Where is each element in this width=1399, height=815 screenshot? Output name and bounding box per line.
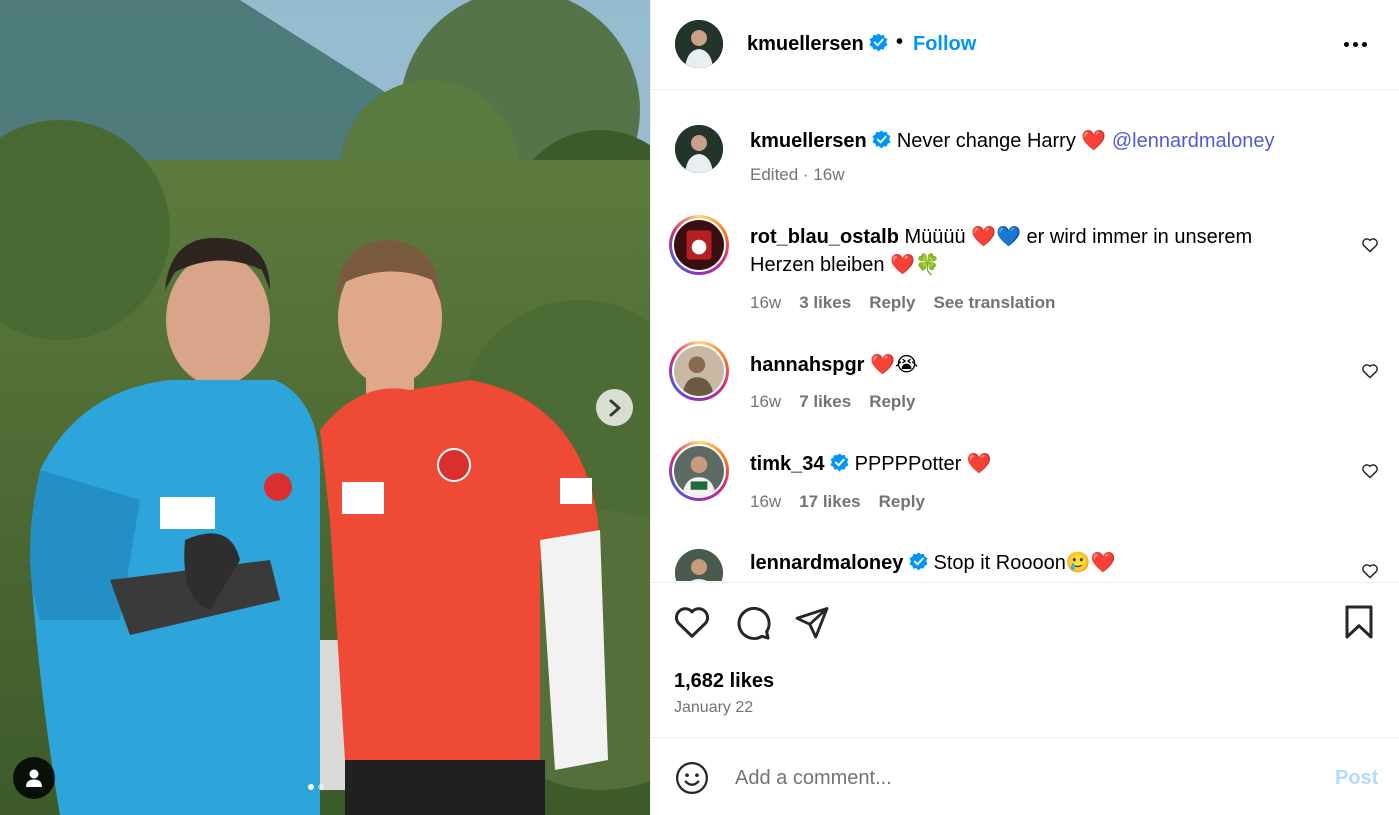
like-comment-icon[interactable] xyxy=(1361,237,1379,253)
comment-composer: Post xyxy=(651,739,1399,815)
comment-username[interactable]: hannahspgr xyxy=(750,354,864,376)
see-translation-link[interactable]: See translation xyxy=(933,293,1055,313)
emoji-picker-icon[interactable] xyxy=(675,761,709,795)
comment-icon[interactable] xyxy=(734,604,772,642)
comment-username[interactable]: rot_blau_ostalb xyxy=(750,226,899,248)
story-ring[interactable] xyxy=(669,441,729,501)
author-avatar[interactable] xyxy=(675,20,723,68)
caption-body: Never change Harry xyxy=(896,130,1076,152)
caption-username[interactable]: kmuellersen xyxy=(750,130,867,152)
story-ring[interactable] xyxy=(669,215,729,275)
commenter-avatar xyxy=(674,346,724,396)
share-send-icon[interactable] xyxy=(794,604,830,640)
like-comment-icon[interactable] xyxy=(1361,363,1379,379)
post-media[interactable] xyxy=(0,0,650,815)
comment-likes[interactable]: 3 likes xyxy=(799,293,851,313)
author-username[interactable]: kmuellersen xyxy=(747,33,888,56)
caption-avatar[interactable] xyxy=(675,125,723,173)
post-date: January 22 xyxy=(674,699,754,716)
comment-body-line1: ❤️😭 xyxy=(870,352,919,376)
verified-badge-icon xyxy=(830,453,849,472)
chevron-right-icon xyxy=(609,399,620,416)
follow-button[interactable]: Follow xyxy=(913,33,976,56)
header-separator: • xyxy=(896,31,904,53)
verified-badge-icon xyxy=(869,33,888,52)
comment-likes[interactable]: 7 likes xyxy=(799,392,851,412)
post-header: kmuellersen • Follow xyxy=(651,0,1399,90)
comment-body-line1: Stop it Roooon🥲❤️ xyxy=(933,552,1116,574)
add-comment-input[interactable] xyxy=(735,763,1315,793)
comment-age: 16w xyxy=(750,492,782,511)
user-tag-icon xyxy=(26,769,42,787)
comments-list[interactable]: kmuellersen Never change Harry ❤️ @lenna… xyxy=(651,91,1399,581)
comment-username[interactable]: timk_34 xyxy=(750,453,825,475)
like-heart-icon[interactable] xyxy=(673,604,711,640)
save-bookmark-icon[interactable] xyxy=(1343,604,1375,640)
caption-meta: Edited · 16w xyxy=(750,165,845,185)
caption-edited-time: Edited · 16w xyxy=(750,165,845,184)
comment-body-line1: Müüüü ❤️💙 er wird immer in unserem xyxy=(904,226,1253,248)
comment-meta: 16w 17 likes Reply xyxy=(750,492,943,512)
commenter-avatar xyxy=(674,446,724,496)
like-comment-icon[interactable] xyxy=(1361,563,1379,579)
comment-age: 16w xyxy=(750,392,782,411)
likes-count[interactable]: 1,682 likes xyxy=(674,670,774,693)
caption-mention-link[interactable]: @lennardmaloney xyxy=(1112,130,1275,152)
post-comment-button[interactable]: Post xyxy=(1335,767,1378,790)
comment-username[interactable]: lennardmaloney xyxy=(750,552,903,574)
commenter-avatar[interactable] xyxy=(675,549,723,581)
comment-body-line1: PPPPPotter ❤️ xyxy=(854,453,992,475)
more-options-icon[interactable] xyxy=(1344,42,1367,47)
comment-meta: 16w 3 likes Reply See translation xyxy=(750,293,1073,313)
tagged-users-button[interactable] xyxy=(13,757,55,799)
verified-badge-icon xyxy=(872,130,891,149)
comment-text: rot_blau_ostalb Müüüü ❤️💙 er wird immer … xyxy=(750,223,1310,279)
next-slide-button[interactable] xyxy=(596,389,633,426)
like-comment-icon[interactable] xyxy=(1361,463,1379,479)
comment-text: lennardmaloney Stop it Roooon🥲❤️ xyxy=(750,549,1310,577)
comment-text: hannahspgr ❤️😭 xyxy=(750,350,1310,379)
commenter-avatar xyxy=(674,220,724,270)
story-ring[interactable] xyxy=(669,341,729,401)
carousel-dot xyxy=(318,784,324,790)
comment-body-line2: Herzen bleiben ❤️🍀 xyxy=(750,254,940,276)
author-username-text[interactable]: kmuellersen xyxy=(747,33,864,55)
verified-badge-icon xyxy=(909,552,928,571)
carousel-indicator xyxy=(308,784,324,790)
comment-meta: 16w 7 likes Reply xyxy=(750,392,933,412)
post-actions: 1,682 likes January 22 xyxy=(651,582,1399,738)
post-details-panel: kmuellersen • Follow kmuellersen Never c… xyxy=(650,0,1399,815)
reply-button[interactable]: Reply xyxy=(879,492,925,512)
caption-text: kmuellersen Never change Harry ❤️ @lenna… xyxy=(750,126,1310,155)
carousel-dot-active xyxy=(308,784,314,790)
heart-emoji: ❤️ xyxy=(1081,128,1107,152)
comment-text: timk_34 PPPPPotter ❤️ xyxy=(750,450,1310,478)
reply-button[interactable]: Reply xyxy=(869,293,915,313)
reply-button[interactable]: Reply xyxy=(869,392,915,412)
post-photo xyxy=(0,0,650,815)
comment-likes[interactable]: 17 likes xyxy=(799,492,860,512)
comment-age: 16w xyxy=(750,293,782,312)
